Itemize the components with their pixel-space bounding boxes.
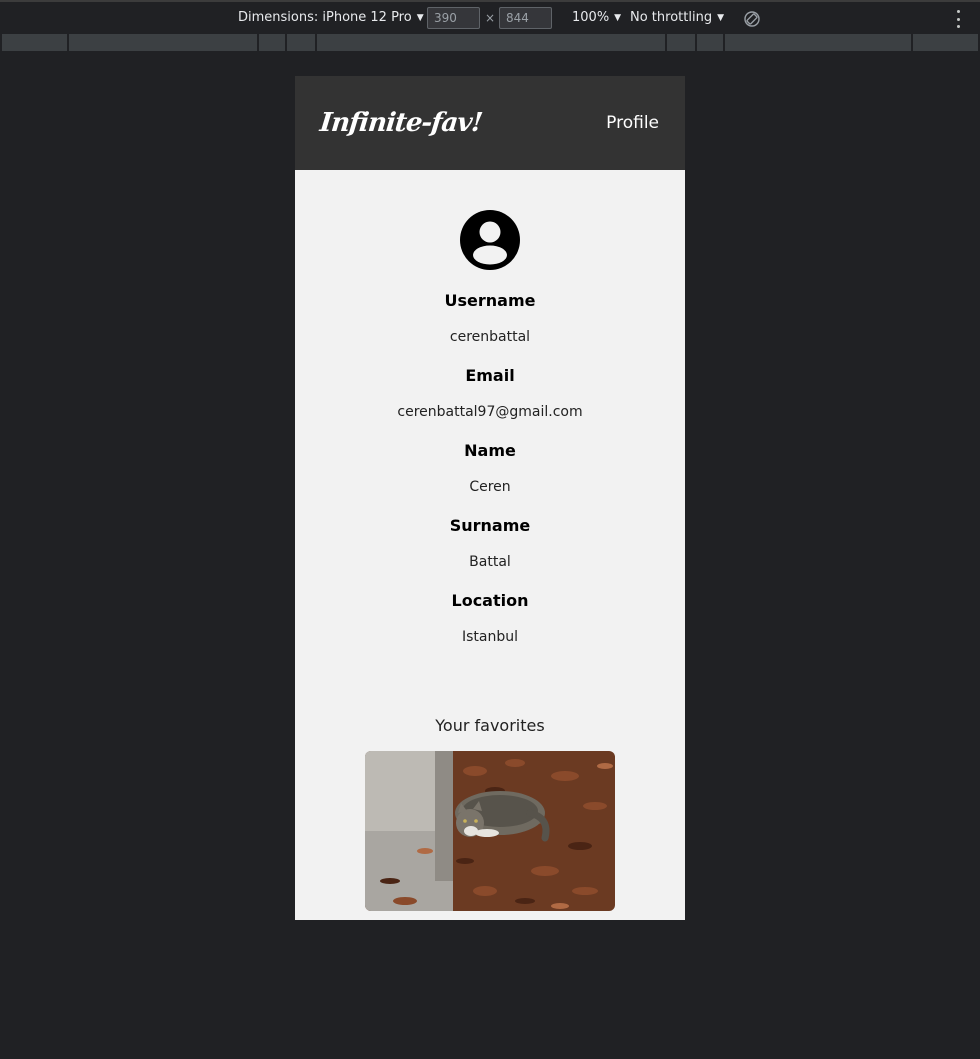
email-value: cerenbattal97@gmail.com <box>397 404 583 420</box>
ruler-segment[interactable] <box>287 34 316 51</box>
throttling-label: No throttling <box>630 10 713 25</box>
ruler-segment[interactable] <box>725 34 912 51</box>
ruler-segment[interactable] <box>2 34 68 51</box>
throttling-select[interactable]: No throttling ▼ <box>630 10 724 25</box>
app-logo[interactable]: Infinite-fav! <box>318 108 483 138</box>
devtools-device-toolbar: Dimensions: iPhone 12 Pro ▼ × 100% ▼ No … <box>0 0 980 33</box>
surname-value: Battal <box>469 554 511 570</box>
name-value: Ceren <box>469 479 511 495</box>
profile-section: Username cerenbattal Email cerenbattal97… <box>295 170 685 645</box>
ruler-segment[interactable] <box>69 34 258 51</box>
surname-label: Surname <box>449 516 531 535</box>
username-value: cerenbattal <box>449 329 531 345</box>
viewport-width-input[interactable] <box>427 7 480 29</box>
location-label: Location <box>451 591 529 610</box>
ruler-segment[interactable] <box>259 34 286 51</box>
zoom-label: 100% <box>572 10 610 25</box>
name-label: Name <box>464 441 516 460</box>
times-symbol: × <box>485 11 496 25</box>
device-dimensions-select[interactable]: Dimensions: iPhone 12 Pro ▼ <box>238 10 424 25</box>
ruler-segment[interactable] <box>913 34 979 51</box>
email-label: Email <box>465 366 515 385</box>
rotate-icon[interactable] <box>743 10 761 28</box>
app-header: Infinite-fav! Profile <box>295 76 685 170</box>
user-avatar-icon <box>460 210 520 270</box>
favorites-title: Your favorites <box>435 716 545 735</box>
device-dimensions-label: Dimensions: iPhone 12 Pro <box>238 10 412 25</box>
favorite-image-card[interactable] <box>365 751 615 911</box>
ruler-segment[interactable] <box>317 34 666 51</box>
chevron-down-icon: ▼ <box>717 12 724 23</box>
ruler-segment[interactable] <box>667 34 696 51</box>
zoom-select[interactable]: 100% ▼ <box>572 10 621 25</box>
username-label: Username <box>444 291 536 310</box>
chevron-down-icon: ▼ <box>416 12 424 23</box>
viewport-height-input[interactable] <box>499 7 552 29</box>
cat-photo <box>365 751 615 911</box>
chevron-down-icon: ▼ <box>614 12 622 23</box>
media-query-ruler <box>0 33 980 52</box>
device-viewport: Infinite-fav! Profile Username cerenbatt… <box>295 76 685 920</box>
ruler-segment[interactable] <box>697 34 724 51</box>
nav-profile-link[interactable]: Profile <box>606 113 659 133</box>
more-options-icon[interactable] <box>955 10 961 28</box>
location-value: Istanbul <box>461 629 518 645</box>
